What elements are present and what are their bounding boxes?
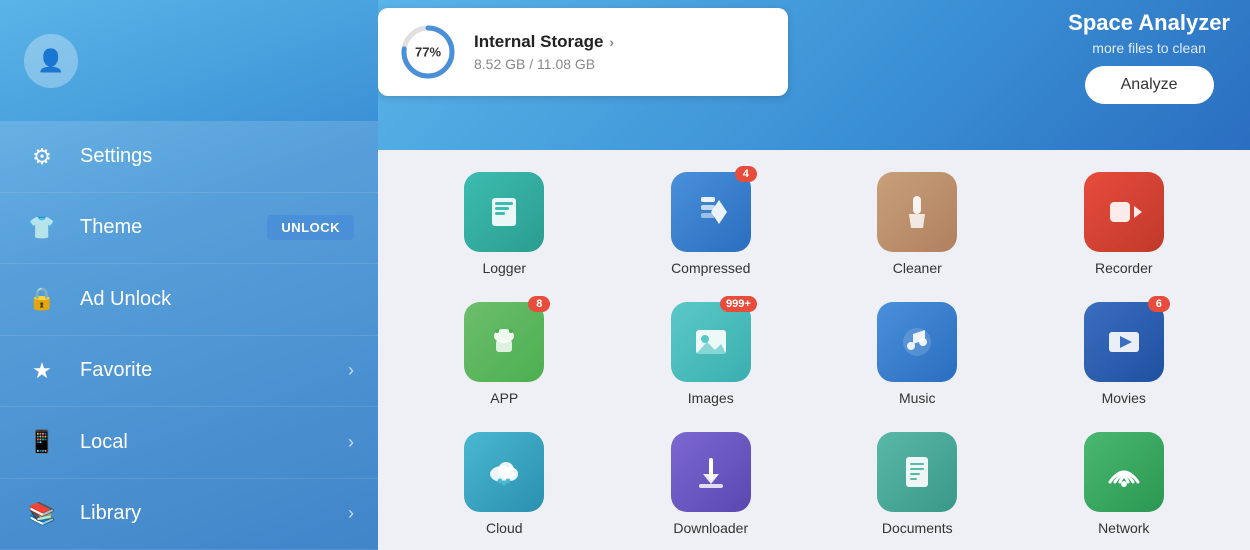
app-icon-recorder [1084, 172, 1164, 252]
app-icon-logger [464, 172, 544, 252]
storage-info: Internal Storage › 8.52 GB / 11.08 GB [474, 32, 614, 72]
app-label-movies: Movies [1102, 390, 1146, 406]
space-analyzer-subtitle: more files to clean [1068, 40, 1230, 56]
storage-arrow-icon: › [609, 34, 614, 50]
sidebar-header: 👤 [0, 0, 378, 121]
app-icon-network [1084, 432, 1164, 512]
grid-item-recorder[interactable]: Recorder [1028, 162, 1221, 284]
grid-item-network[interactable]: Network [1028, 422, 1221, 544]
app-label-logger: Logger [482, 260, 526, 276]
app-grid: Logger 4 Compressed Cleaner Recorder 8 A… [408, 162, 1220, 550]
grid-item-cleaner[interactable]: Cleaner [821, 162, 1014, 284]
sidebar-label-theme: Theme [80, 216, 267, 239]
sidebar-item-theme[interactable]: 👕 Theme UNLOCK [0, 193, 378, 264]
chevron-icon-library: › [348, 503, 354, 524]
badge-app: 8 [528, 296, 550, 312]
analyze-button[interactable]: Analyze [1085, 66, 1214, 104]
grid-item-logger[interactable]: Logger [408, 162, 601, 284]
app-label-compressed: Compressed [671, 260, 750, 276]
grid-item-images[interactable]: 999+ Images [615, 292, 808, 414]
grid-item-downloader[interactable]: Downloader [615, 422, 808, 544]
app-icon-compressed: 4 [671, 172, 751, 252]
star-icon: ★ [24, 353, 60, 389]
storage-card[interactable]: 77% Internal Storage › 8.52 GB / 11.08 G… [378, 8, 788, 96]
sidebar-label-ad-unlock: Ad Unlock [80, 288, 354, 311]
grid-item-app[interactable]: 8 APP [408, 292, 601, 414]
sidebar-item-ad-unlock[interactable]: 🔒 Ad Unlock [0, 264, 378, 335]
app-icon-downloader [671, 432, 751, 512]
app-icon-cleaner [877, 172, 957, 252]
main-content: 77% Internal Storage › 8.52 GB / 11.08 G… [378, 0, 1250, 550]
app-label-cloud: Cloud [486, 520, 523, 536]
grid-item-documents[interactable]: Documents [821, 422, 1014, 544]
space-analyzer: Space Analyzer more files to clean Analy… [1068, 10, 1230, 104]
grid-item-cloud[interactable]: Cloud [408, 422, 601, 544]
grid-item-compressed[interactable]: 4 Compressed [615, 162, 808, 284]
lock-icon: 🔒 [24, 281, 60, 317]
sidebar-label-library: Library [80, 502, 348, 525]
badge-movies: 6 [1148, 296, 1170, 312]
sidebar: 👤 ⚙ Settings 👕 Theme UNLOCK 🔒 Ad Unlock … [0, 0, 378, 550]
grid-item-music[interactable]: Music [821, 292, 1014, 414]
sidebar-label-favorite: Favorite [80, 359, 348, 382]
phone-icon: 📱 [24, 424, 60, 460]
sidebar-label-settings: Settings [80, 145, 354, 168]
grid-item-movies[interactable]: 6 Movies [1028, 292, 1221, 414]
app-label-recorder: Recorder [1095, 260, 1153, 276]
space-analyzer-title: Space Analyzer [1068, 10, 1230, 36]
app-label-music: Music [899, 390, 936, 406]
app-icon-movies: 6 [1084, 302, 1164, 382]
app-icon-documents [877, 432, 957, 512]
avatar: 👤 [24, 34, 78, 88]
app-label-images: Images [688, 390, 734, 406]
settings-icon: ⚙ [24, 139, 60, 175]
library-icon: 📚 [24, 496, 60, 532]
badge-compressed: 4 [735, 166, 757, 182]
app-icon-cloud [464, 432, 544, 512]
app-label-cleaner: Cleaner [893, 260, 942, 276]
theme-icon: 👕 [24, 210, 60, 246]
app-icon-music [877, 302, 957, 382]
sidebar-item-settings[interactable]: ⚙ Settings [0, 121, 378, 192]
storage-size: 8.52 GB / 11.08 GB [474, 56, 614, 72]
app-label-network: Network [1098, 520, 1149, 536]
sidebar-item-local[interactable]: 📱 Local › [0, 407, 378, 478]
storage-progress-circle: 77% [398, 22, 458, 82]
app-label-documents: Documents [882, 520, 953, 536]
top-bar: 77% Internal Storage › 8.52 GB / 11.08 G… [378, 0, 1250, 150]
storage-name: Internal Storage › [474, 32, 614, 52]
app-label-app: APP [490, 390, 518, 406]
sidebar-item-favorite[interactable]: ★ Favorite › [0, 336, 378, 407]
grid-area: Logger 4 Compressed Cleaner Recorder 8 A… [378, 150, 1250, 550]
app-icon-app: 8 [464, 302, 544, 382]
storage-percent: 77% [415, 45, 441, 60]
badge-images: 999+ [720, 296, 757, 312]
chevron-icon-favorite: › [348, 360, 354, 381]
chevron-icon-local: › [348, 432, 354, 453]
app-icon-images: 999+ [671, 302, 751, 382]
app-label-downloader: Downloader [673, 520, 748, 536]
sidebar-label-local: Local [80, 431, 348, 454]
sidebar-item-library[interactable]: 📚 Library › [0, 479, 378, 550]
unlock-badge[interactable]: UNLOCK [267, 215, 354, 240]
